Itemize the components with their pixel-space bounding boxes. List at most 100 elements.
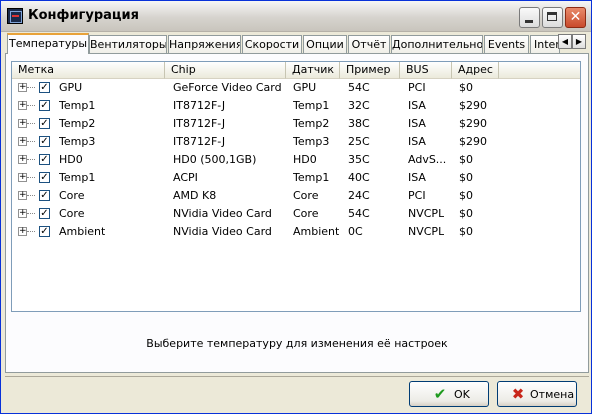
checkbox[interactable]: ✓ bbox=[39, 82, 50, 93]
cell-sensor: Core bbox=[293, 207, 319, 220]
column-header-filler bbox=[499, 62, 580, 79]
cell-chip: IT8712F-J bbox=[173, 99, 226, 112]
cell-bus: ISA bbox=[408, 99, 426, 112]
cell-sample: 0C bbox=[348, 225, 363, 238]
tab-strip: Температуры Вентиляторы Напряжения Скоро… bbox=[5, 33, 589, 54]
tree-line bbox=[27, 123, 35, 124]
column-header-sample[interactable]: Пример bbox=[340, 62, 400, 79]
cell-sensor: Temp3 bbox=[293, 135, 330, 148]
cell-address: $0 bbox=[459, 81, 473, 94]
cell-label: Temp3 bbox=[59, 135, 96, 148]
table-row[interactable]: + ✓ Temp2 IT8712F-J Temp2 38C ISA $290 bbox=[12, 115, 580, 133]
footer-divider bbox=[5, 376, 589, 377]
table-row[interactable]: + ✓ HD0 HD0 (500,1GB) HD0 35C AdvS... $0 bbox=[12, 151, 580, 169]
cell-address: $0 bbox=[459, 189, 473, 202]
cell-label: Temp1 bbox=[59, 99, 96, 112]
expand-icon[interactable]: + bbox=[18, 227, 27, 236]
tree-line bbox=[27, 177, 35, 178]
sensor-list[interactable]: Метка Chip Датчик Пример BUS Адрес + ✓ G… bbox=[11, 61, 581, 312]
table-row[interactable]: + ✓ GPU GeForce Video Card GPU 54C PCI $… bbox=[12, 79, 580, 97]
table-row[interactable]: + ✓ Temp1 ACPI Temp1 40C ISA $0 bbox=[12, 169, 580, 187]
cell-chip: AMD K8 bbox=[173, 189, 217, 202]
tab-scroll-left-icon[interactable]: ◀ bbox=[558, 34, 572, 49]
cell-address: $0 bbox=[459, 207, 473, 220]
tab-fans[interactable]: Вентиляторы bbox=[89, 35, 167, 53]
cell-label: Ambient bbox=[59, 225, 106, 238]
cell-chip: NVidia Video Card bbox=[173, 207, 272, 220]
checkbox[interactable]: ✓ bbox=[39, 208, 50, 219]
checkbox[interactable]: ✓ bbox=[39, 226, 50, 237]
tab-report[interactable]: Отчёт bbox=[348, 35, 390, 53]
minimize-button[interactable] bbox=[519, 7, 540, 28]
cell-label: Temp1 bbox=[59, 171, 96, 184]
cell-address: $290 bbox=[459, 99, 487, 112]
cancel-button-label: Отмена bbox=[530, 388, 575, 401]
cell-sensor: HD0 bbox=[293, 153, 317, 166]
checkbox[interactable]: ✓ bbox=[39, 190, 50, 201]
tree-line bbox=[27, 141, 35, 142]
table-row[interactable]: + ✓ Ambient NVidia Video Card Ambient 0C… bbox=[12, 223, 580, 241]
checkbox[interactable]: ✓ bbox=[39, 154, 50, 165]
ok-button[interactable]: ✔ OK bbox=[409, 381, 489, 407]
column-header-chip[interactable]: Chip bbox=[165, 62, 286, 79]
cell-chip: IT8712F-J bbox=[173, 135, 226, 148]
cell-sensor: GPU bbox=[293, 81, 317, 94]
checkbox[interactable]: ✓ bbox=[39, 172, 50, 183]
expand-icon[interactable]: + bbox=[18, 119, 27, 128]
tab-options[interactable]: Опции bbox=[303, 35, 347, 53]
tab-scroll-right-icon[interactable]: ▶ bbox=[572, 34, 586, 49]
column-header-bus[interactable]: BUS bbox=[400, 62, 452, 79]
expand-icon[interactable]: + bbox=[18, 209, 27, 218]
expand-icon[interactable]: + bbox=[18, 155, 27, 164]
cell-sample: 35C bbox=[348, 153, 370, 166]
cell-label: Core bbox=[59, 189, 85, 202]
cell-bus: PCI bbox=[408, 189, 426, 202]
cell-label: HD0 bbox=[59, 153, 83, 166]
tab-speeds[interactable]: Скорости bbox=[242, 35, 302, 53]
app-config-icon bbox=[7, 8, 23, 24]
table-row[interactable]: + ✓ Temp3 IT8712F-J Temp3 25C ISA $290 bbox=[12, 133, 580, 151]
checkbox[interactable]: ✓ bbox=[39, 118, 50, 129]
tab-advanced[interactable]: Дополнительно bbox=[391, 35, 483, 53]
table-row[interactable]: + ✓ Core AMD K8 Core 24C PCI $0 bbox=[12, 187, 580, 205]
expand-icon[interactable]: + bbox=[18, 83, 27, 92]
column-header-label[interactable]: Метка bbox=[12, 62, 165, 79]
cell-label: Core bbox=[59, 207, 85, 220]
hint-text: Выберите температуру для изменения её на… bbox=[146, 337, 448, 350]
close-button[interactable]: ✕ bbox=[565, 7, 586, 28]
tab-temperatures[interactable]: Температуры bbox=[7, 33, 89, 54]
maximize-button[interactable] bbox=[542, 7, 563, 28]
checkbox[interactable]: ✓ bbox=[39, 136, 50, 147]
cell-bus: AdvS... bbox=[408, 153, 447, 166]
cell-sample: 54C bbox=[348, 207, 370, 220]
tree-line bbox=[27, 231, 35, 232]
cell-address: $0 bbox=[459, 153, 473, 166]
expand-icon[interactable]: + bbox=[18, 137, 27, 146]
table-row[interactable]: + ✓ Temp1 IT8712F-J Temp1 32C ISA $290 bbox=[12, 97, 580, 115]
cell-sensor: Core bbox=[293, 189, 319, 202]
cell-sample: 32C bbox=[348, 99, 370, 112]
cancel-button[interactable]: ✖ Отмена bbox=[497, 381, 577, 407]
cell-address: $0 bbox=[459, 225, 473, 238]
checkbox[interactable]: ✓ bbox=[39, 100, 50, 111]
tree-line bbox=[27, 195, 35, 196]
table-row[interactable]: + ✓ Core NVidia Video Card Core 54C NVCP… bbox=[12, 205, 580, 223]
title-bar[interactable]: Конфигурация ✕ bbox=[1, 1, 591, 32]
cell-bus: ISA bbox=[408, 117, 426, 130]
cross-icon: ✖ bbox=[511, 385, 525, 403]
expand-icon[interactable]: + bbox=[18, 173, 27, 182]
tab-events[interactable]: Events bbox=[484, 35, 529, 53]
tab-internet[interactable]: Internet bbox=[530, 35, 560, 53]
column-header-sensor[interactable]: Датчик bbox=[286, 62, 340, 79]
close-icon: ✕ bbox=[569, 9, 582, 25]
tree-line bbox=[27, 159, 35, 160]
tab-voltages[interactable]: Напряжения bbox=[168, 35, 241, 53]
expand-icon[interactable]: + bbox=[18, 101, 27, 110]
cell-sensor: Temp2 bbox=[293, 117, 330, 130]
cell-label: Temp2 bbox=[59, 117, 96, 130]
cell-sample: 24C bbox=[348, 189, 370, 202]
cell-sensor: Temp1 bbox=[293, 171, 330, 184]
expand-icon[interactable]: + bbox=[18, 191, 27, 200]
column-header-address[interactable]: Адрес bbox=[452, 62, 499, 79]
cell-sample: 54C bbox=[348, 81, 370, 94]
